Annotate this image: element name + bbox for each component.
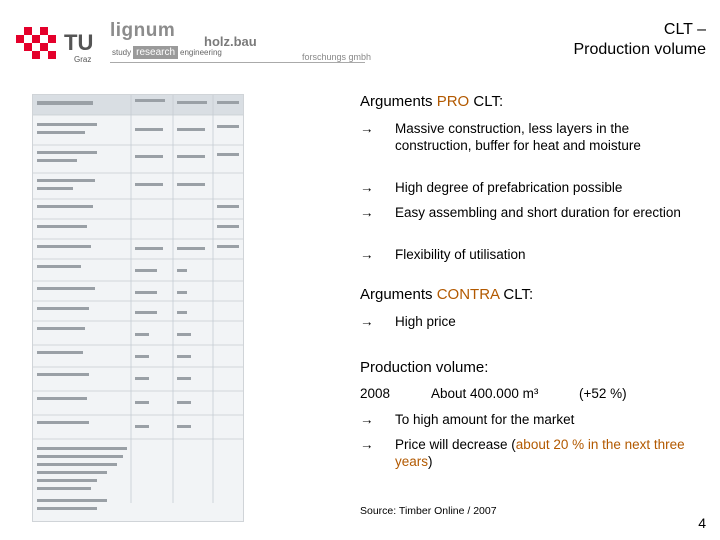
production-year: 2008: [360, 386, 391, 401]
forschung-logo: forschungs gmbh: [302, 52, 372, 62]
contra-heading: Arguments CONTRA CLT:: [360, 286, 534, 303]
page-number: 4: [698, 515, 706, 531]
pro-heading: Arguments PRO CLT:: [360, 93, 504, 110]
production-amount: About 400.000 m³: [431, 386, 539, 401]
production-2008-row: 2008 About 400.000 m³ (+52 %): [360, 386, 627, 401]
arrow-icon: →: [360, 314, 374, 329]
header: TU Graz lignum study research engineering …: [0, 0, 720, 74]
lignum-logo: lignum study research engineering: [110, 20, 222, 59]
production-heading: Production volume:: [360, 359, 489, 376]
arrow-icon: →: [360, 121, 374, 136]
header-divider: [110, 62, 365, 63]
arrow-icon: →: [360, 412, 374, 427]
arrow-icon: →: [360, 205, 374, 220]
manufacturer-table-image: [32, 94, 244, 522]
table-scan: [33, 95, 243, 510]
tu-logo-graz: Graz: [74, 55, 92, 64]
tu-logo-text: TU: [64, 30, 94, 55]
arrow-icon: →: [360, 180, 374, 195]
slide-title: CLT – Production volume: [573, 21, 706, 58]
arrow-icon: →: [360, 437, 374, 452]
holzbau-logo: holz.bau: [204, 34, 257, 49]
arrow-icon: →: [360, 247, 374, 262]
production-change: (+52 %): [579, 386, 627, 401]
source-note: Source: Timber Online / 2007: [360, 505, 497, 517]
price-decrease-text: Price will decrease (about 20 % in the n…: [395, 437, 685, 469]
